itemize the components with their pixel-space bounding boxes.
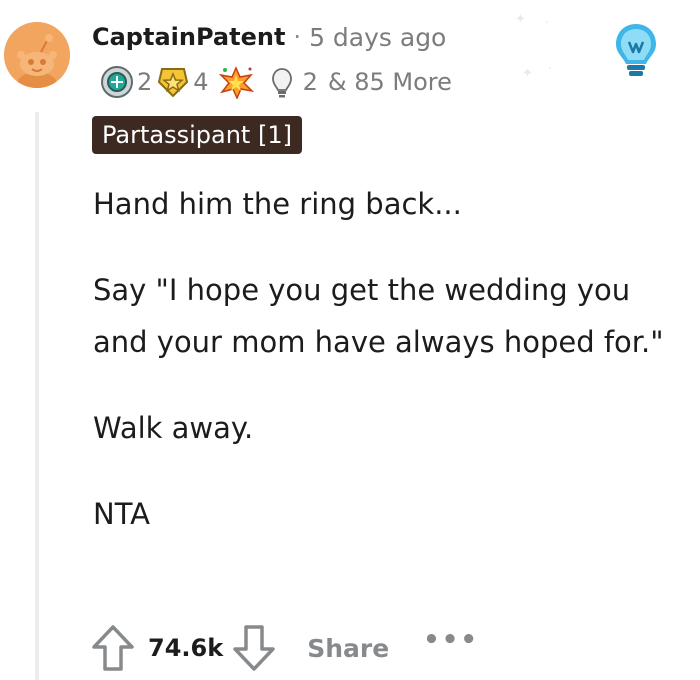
- lightbulb-award-icon[interactable]: [612, 20, 660, 80]
- award-count: 2: [302, 68, 318, 96]
- award-count: 2: [137, 68, 153, 96]
- comment-paragraph: Walk away.: [93, 411, 254, 445]
- user-flair: Partassipant [1]: [92, 116, 302, 154]
- sparkle-decoration: ✦: [522, 66, 533, 81]
- sparkle-decoration: ✦: [515, 12, 526, 27]
- username-link[interactable]: CaptainPatent: [92, 23, 285, 51]
- share-button[interactable]: Share: [307, 634, 389, 663]
- comment-paragraph: Say "I hope you get the wedding you and …: [93, 273, 664, 359]
- vote-score: 74.6k: [148, 634, 224, 662]
- comment-paragraph: Hand him the ring back...: [93, 187, 462, 221]
- award-count: 4: [193, 68, 209, 96]
- sparkle-decoration: ·: [545, 16, 550, 31]
- thread-line[interactable]: [35, 112, 39, 680]
- snoo-avatar-icon: [4, 22, 70, 88]
- avatar[interactable]: [4, 22, 70, 88]
- downvote-arrow-icon[interactable]: [231, 623, 277, 673]
- more-options-button[interactable]: •••: [423, 625, 479, 655]
- comment-body: Hand him the ring back... Say "I hope yo…: [93, 178, 683, 574]
- awards-more-link[interactable]: & 85 More: [328, 68, 452, 96]
- timestamp[interactable]: 5 days ago: [309, 23, 446, 52]
- meta-separator: ·: [293, 23, 302, 51]
- sparkle-decoration: ·: [548, 62, 553, 77]
- upvote-arrow-icon[interactable]: [90, 623, 136, 673]
- silver-coin-award-icon[interactable]: [100, 65, 134, 99]
- comment-header: CaptainPatent · 5 days ago: [92, 18, 446, 56]
- comment-actions: 74.6k Share •••: [90, 620, 479, 676]
- comment-paragraph: NTA: [93, 497, 150, 531]
- awards-bar[interactable]: 2 4 2 & 85 More: [100, 62, 452, 102]
- lightbulb-award-icon[interactable]: [269, 65, 295, 99]
- gold-star-award-icon[interactable]: [156, 65, 190, 99]
- starburst-award-icon[interactable]: [217, 65, 254, 100]
